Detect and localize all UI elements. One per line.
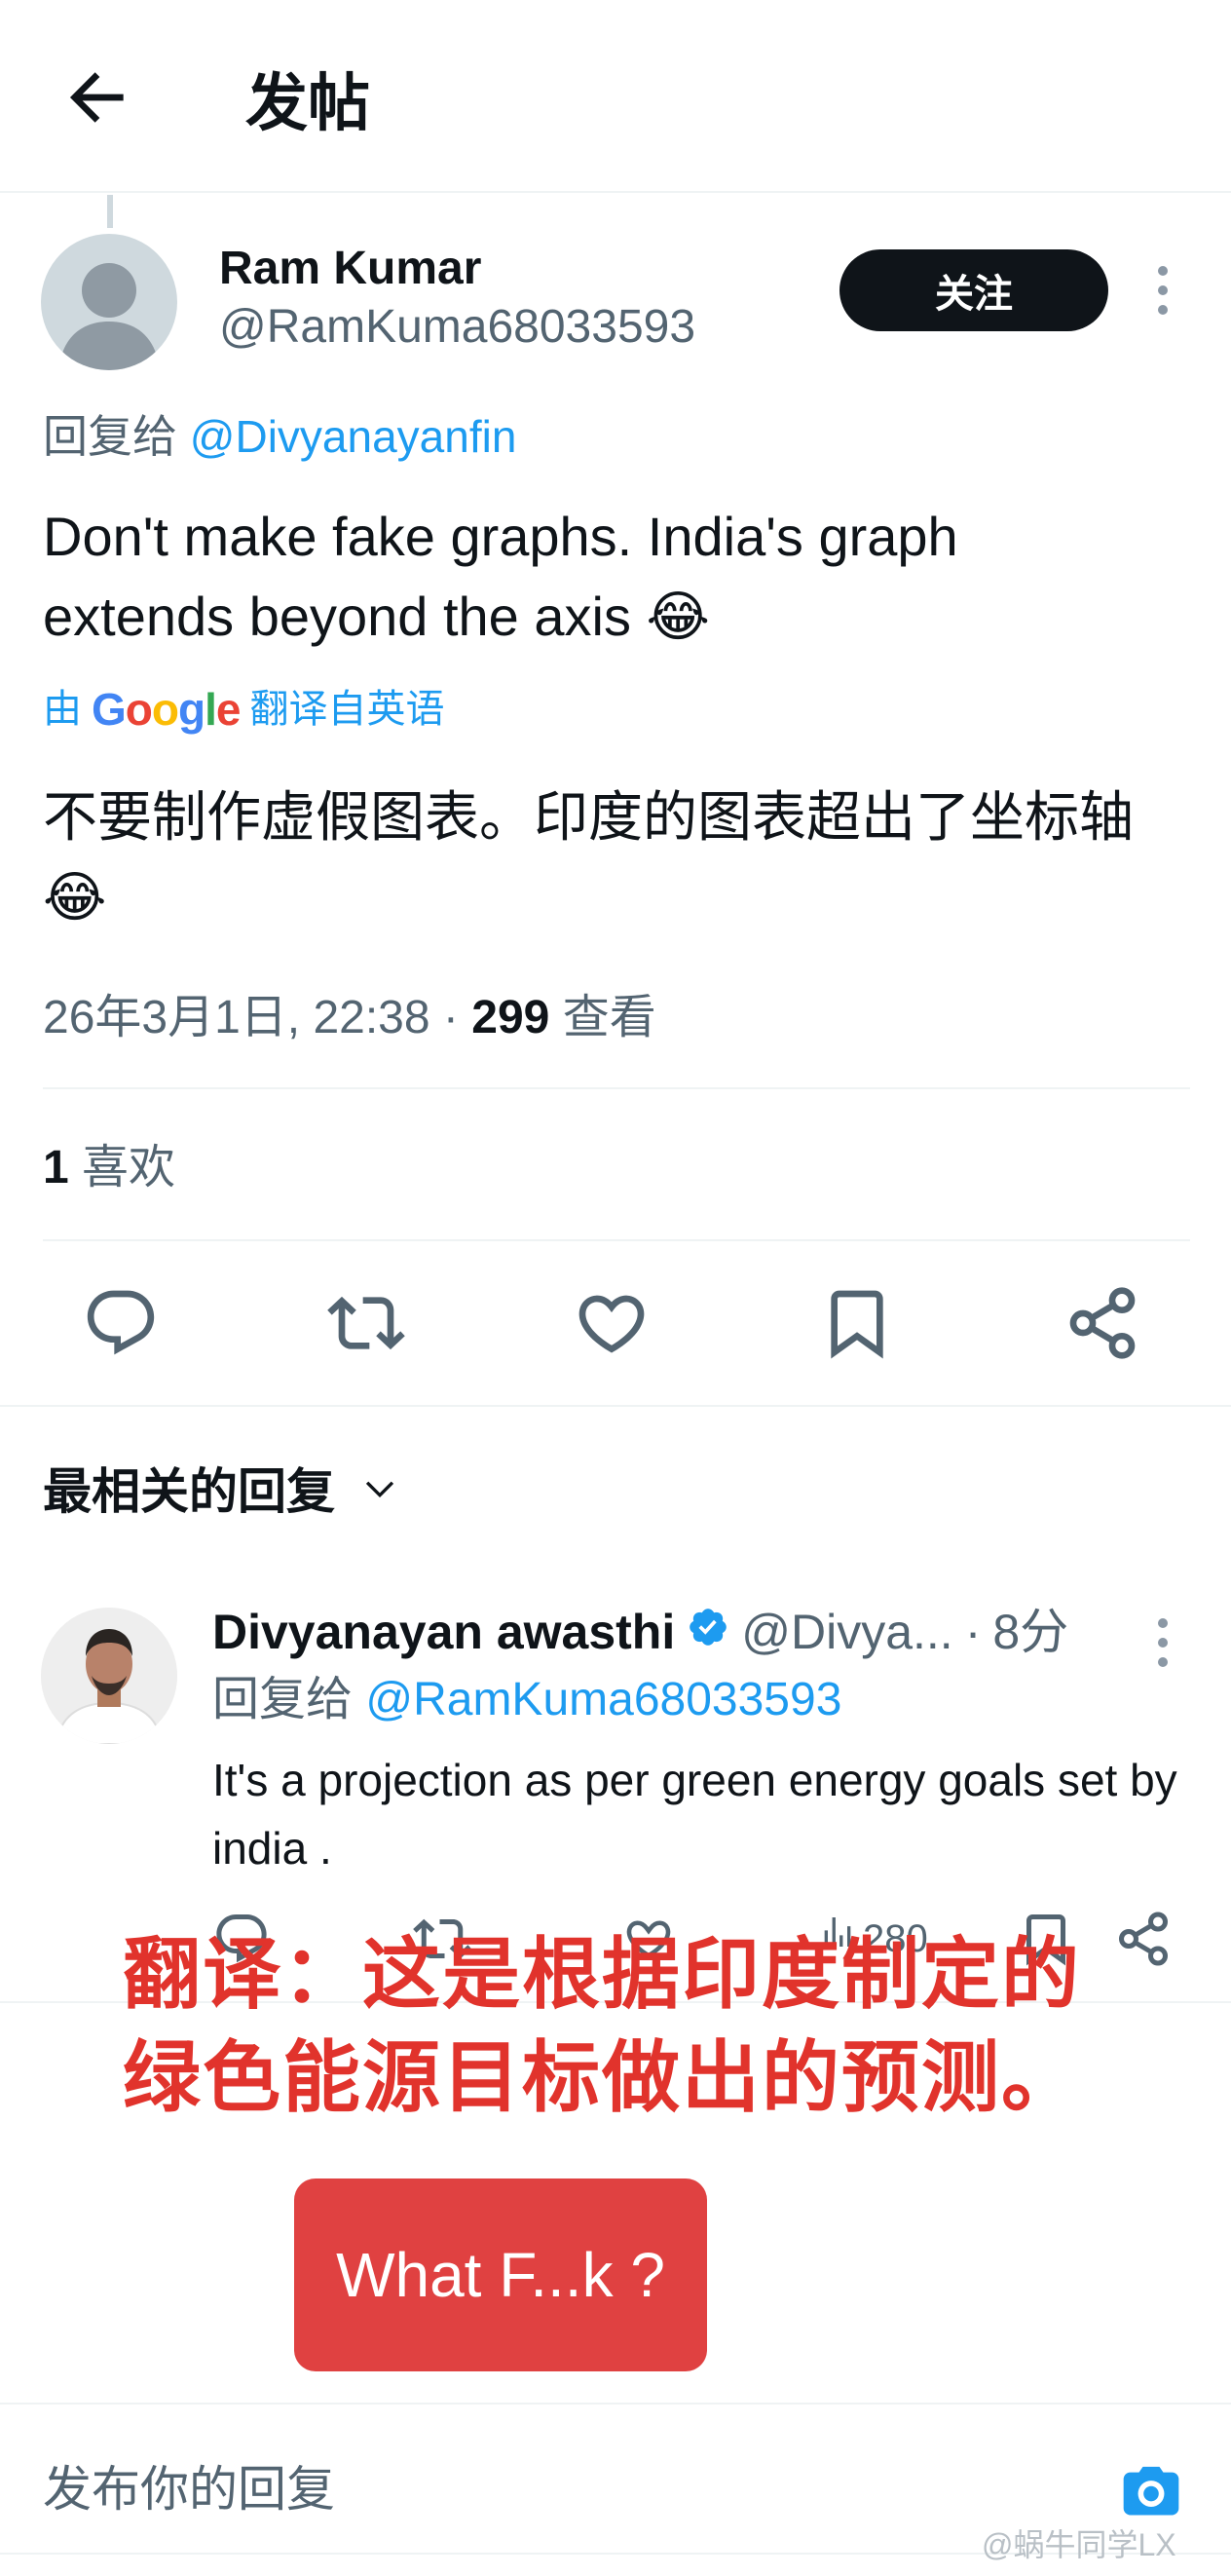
translate-suffix-label[interactable]: 翻译自英语 <box>249 682 444 737</box>
reply-author-handle[interactable]: @Divya... <box>741 1600 952 1664</box>
avatar[interactable] <box>41 234 177 370</box>
replies-sort-dropdown[interactable]: 最相关的回复 <box>43 1459 399 1524</box>
more-options-icon[interactable] <box>1151 1613 1175 1672</box>
divider <box>43 1087 1190 1089</box>
reply-author-name[interactable]: Divyanayan awasthi <box>212 1600 675 1664</box>
reply-to-prefix: 回复给 <box>212 1674 354 1725</box>
divider <box>0 2403 1231 2405</box>
likes-count: 1 <box>43 1142 69 1193</box>
more-options-icon[interactable] <box>1151 261 1175 320</box>
back-arrow-icon[interactable] <box>58 58 136 136</box>
follow-button[interactable]: 关注 <box>839 249 1108 331</box>
wtf-sticker: What F...k ? <box>294 2178 707 2371</box>
bookmark-icon[interactable] <box>818 1284 896 1362</box>
likes-label: 喜欢 <box>82 1142 176 1193</box>
reply-header: Divyanayan awasthi @Divya... · 8分 <box>212 1600 1068 1664</box>
tweet-meta: 26年3月1日, 22:38 · 299 查看 <box>43 984 656 1052</box>
reply-to-line: 回复给 @Divyanayanfin <box>43 409 516 464</box>
reply-to-line: 回复给 @RamKuma68033593 <box>212 1668 841 1732</box>
views-label: 查看 <box>562 992 656 1043</box>
overlay-line-2: 绿色能源目标做出的预测。 <box>123 2034 1081 2121</box>
reply-compose-input[interactable]: 发布你的回复 <box>43 2457 335 2521</box>
views-count: 299 <box>471 992 550 1043</box>
translate-by-label: 由 <box>43 688 82 731</box>
tweet-text: Don't make fake graphs. India's graph ex… <box>43 506 958 647</box>
divider <box>0 1405 1231 1407</box>
share-icon[interactable] <box>1063 1284 1141 1362</box>
verified-badge-icon <box>687 1600 729 1664</box>
likes-summary[interactable]: 1 喜欢 <box>43 1134 175 1202</box>
avatar[interactable] <box>41 1608 177 1744</box>
chevron-down-icon <box>360 1459 399 1524</box>
overlay-translation-text: 翻译：这是根据印度制定的 绿色能源目标做出的预测。 <box>123 1923 1081 2130</box>
camera-icon[interactable] <box>1118 2457 1184 2523</box>
share-icon[interactable] <box>1114 1910 1173 1968</box>
reply-to-handle[interactable]: @Divyanayanfin <box>190 411 517 462</box>
header-divider <box>0 191 1231 193</box>
replies-section-title: 最相关的回复 <box>43 1464 335 1519</box>
like-heart-icon[interactable] <box>573 1284 651 1362</box>
meta-separator: · <box>442 992 459 1043</box>
timestamp[interactable]: 26年3月1日, 22:38 <box>43 992 430 1043</box>
retweet-icon[interactable] <box>327 1284 405 1362</box>
translation-attribution: 由 Google 翻译自英语 <box>43 682 444 737</box>
reply-text: It's a projection as per green energy go… <box>212 1755 1177 1874</box>
page-title: 发帖 <box>245 68 370 138</box>
divider <box>43 1239 1190 1241</box>
reply-to-handle[interactable]: @RamKuma68033593 <box>365 1674 841 1725</box>
author-handle[interactable]: @RamKuma68033593 <box>219 300 695 355</box>
reply-to-prefix: 回复给 <box>43 411 177 462</box>
author-name[interactable]: Ram Kumar <box>219 242 481 296</box>
reply-icon[interactable] <box>82 1284 160 1362</box>
thread-connector-line <box>107 195 113 228</box>
overlay-line-1: 翻译：这是根据印度制定的 <box>123 1931 1081 2018</box>
translated-text: 不要制作虚假图表。印度的图表超出了坐标轴😂 <box>43 786 1134 928</box>
google-logo: Google <box>92 684 241 735</box>
reply-time[interactable]: 8分 <box>992 1600 1068 1664</box>
watermark: @蜗牛同学LX <box>982 2527 1176 2562</box>
reply-separator: · <box>964 1605 982 1659</box>
